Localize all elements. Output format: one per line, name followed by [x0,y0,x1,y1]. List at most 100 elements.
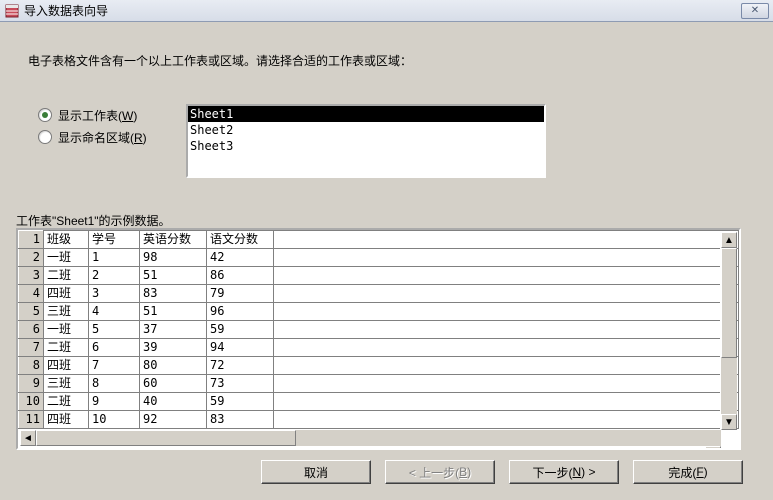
radio-show-worksheets-label: 显示工作表(W) [58,107,137,124]
col-header: 语文分数 [207,231,274,249]
sample-data-label: 工作表"Sheet1"的示例数据。 [16,212,171,229]
table-row: 10二班94059 [19,393,739,411]
cell: 80 [140,357,207,375]
cell: 86 [207,267,274,285]
back-button[interactable]: < 上一步(B) [385,460,495,484]
table-row: 7二班63994 [19,339,739,357]
cell: 4 [89,303,140,321]
cell: 51 [140,303,207,321]
row-number: 11 [19,411,44,429]
cell: 一班 [44,249,89,267]
cell: 二班 [44,267,89,285]
table-row: 2一班19842 [19,249,739,267]
cell: 73 [207,375,274,393]
table-row: 4四班38379 [19,285,739,303]
table-row: 9三班86073 [19,375,739,393]
radio-dot-icon [38,130,52,144]
sheet-listbox[interactable]: Sheet1 Sheet2 Sheet3 [186,104,546,178]
scroll-down-button[interactable]: ▼ [721,414,737,430]
cell: 三班 [44,303,89,321]
cell-spacer [274,285,739,303]
table-row: 8四班78072 [19,357,739,375]
col-header: 学号 [89,231,140,249]
cell: 42 [207,249,274,267]
triangle-up-icon: ▲ [724,235,734,246]
cell-spacer [274,303,739,321]
table-row: 5三班45196 [19,303,739,321]
triangle-left-icon: ◄ [23,433,33,444]
cell: 59 [207,321,274,339]
cell-spacer [274,357,739,375]
instruction-text: 电子表格文件含有一个以上工作表或区域。请选择合适的工作表或区域： [28,52,412,69]
horizontal-scrollbar[interactable]: ◄ ► [20,429,721,446]
row-number: 3 [19,267,44,285]
cell-spacer [274,393,739,411]
cell-spacer [274,249,739,267]
cell: 94 [207,339,274,357]
radio-show-worksheets[interactable]: 显示工作表(W) [38,104,147,126]
radio-show-named-ranges[interactable]: 显示命名区域(R) [38,126,147,148]
cell: 60 [140,375,207,393]
row-number-header: 1 [19,231,44,249]
preview-grid: 1 班级 学号 英语分数 语文分数 2一班198423二班251864四班383… [16,228,741,450]
table-row: 3二班25186 [19,267,739,285]
listbox-item[interactable]: Sheet2 [188,122,544,138]
radio-dot-icon [38,108,52,122]
row-number: 4 [19,285,44,303]
cancel-button[interactable]: 取消 [261,460,371,484]
cell: 40 [140,393,207,411]
scroll-thumb[interactable] [721,248,737,358]
col-spacer [274,231,739,249]
cell-spacer [274,339,739,357]
triangle-right-icon: ► [708,449,718,451]
cell: 7 [89,357,140,375]
cell: 四班 [44,285,89,303]
cell: 5 [89,321,140,339]
cell: 一班 [44,321,89,339]
listbox-item[interactable]: Sheet1 [188,106,544,122]
scroll-right-button[interactable]: ► [705,446,721,450]
row-number: 10 [19,393,44,411]
cell: 96 [207,303,274,321]
cell: 72 [207,357,274,375]
row-number: 9 [19,375,44,393]
cell: 98 [140,249,207,267]
cell-spacer [274,375,739,393]
cell: 37 [140,321,207,339]
table-row: 11四班109283 [19,411,739,429]
close-button[interactable]: ✕ [741,3,769,19]
cell: 二班 [44,339,89,357]
cell: 39 [140,339,207,357]
table-row: 6一班53759 [19,321,739,339]
col-header: 英语分数 [140,231,207,249]
display-options: 显示工作表(W) 显示命名区域(R) [38,104,147,148]
scroll-thumb[interactable] [36,430,296,446]
cell: 59 [207,393,274,411]
cell-spacer [274,321,739,339]
row-number: 5 [19,303,44,321]
finish-button[interactable]: 完成(F) [633,460,743,484]
cell: 2 [89,267,140,285]
wizard-buttons: 取消 < 上一步(B) 下一步(N) > 完成(F) [261,460,743,484]
client-area: 电子表格文件含有一个以上工作表或区域。请选择合适的工作表或区域： 显示工作表(W… [0,22,771,498]
cell: 83 [207,411,274,429]
cell: 9 [89,393,140,411]
data-table: 1 班级 学号 英语分数 语文分数 2一班198423二班251864四班383… [18,230,739,429]
radio-show-named-ranges-label: 显示命名区域(R) [58,129,147,146]
table-header-row: 1 班级 学号 英语分数 语文分数 [19,231,739,249]
cell: 51 [140,267,207,285]
scroll-up-button[interactable]: ▲ [721,232,737,248]
scroll-left-button[interactable]: ◄ [20,430,36,446]
col-header: 班级 [44,231,89,249]
cell: 三班 [44,375,89,393]
cell-spacer [274,411,739,429]
preview-grid-container: 1 班级 学号 英语分数 语文分数 2一班198423二班251864四班383… [16,228,741,450]
row-number: 7 [19,339,44,357]
cell-spacer [274,267,739,285]
titlebar: 导入数据表向导 ✕ [0,0,773,22]
listbox-item[interactable]: Sheet3 [188,138,544,154]
next-button[interactable]: 下一步(N) > [509,460,619,484]
cell: 8 [89,375,140,393]
vertical-scrollbar[interactable]: ▲ ▼ [720,232,737,430]
row-number: 8 [19,357,44,375]
